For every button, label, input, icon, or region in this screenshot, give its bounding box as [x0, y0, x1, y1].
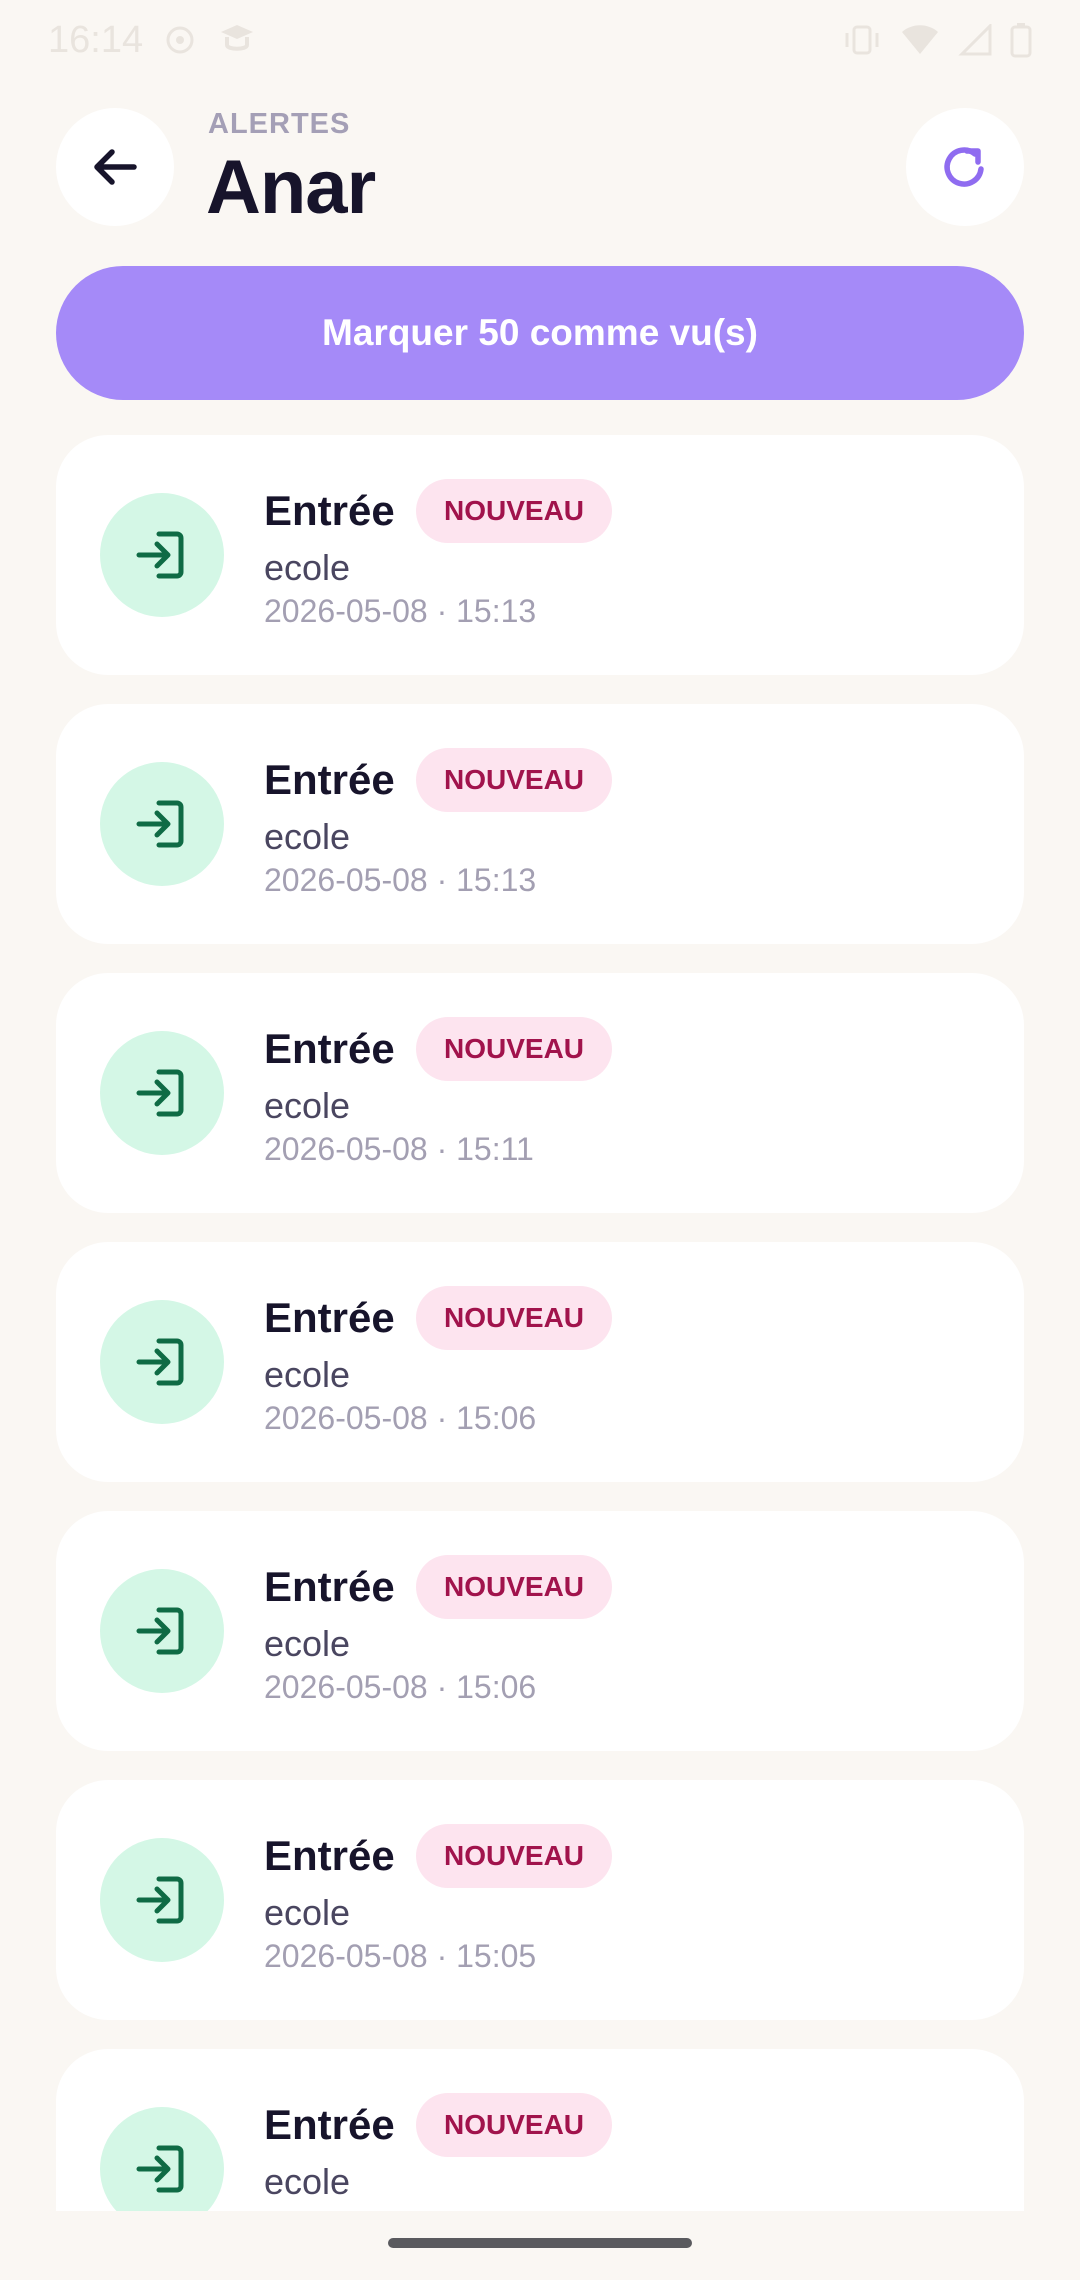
new-badge: NOUVEAU — [416, 1286, 613, 1350]
alert-place: ecole — [264, 1354, 351, 1395]
status-bar: 16:14 — [0, 0, 1080, 80]
login-icon — [136, 2145, 184, 2193]
app-notification-icon — [217, 22, 257, 58]
entry-icon-badge — [100, 1031, 224, 1155]
alert-place: ecole — [264, 1623, 351, 1664]
signal-icon — [958, 24, 992, 56]
login-icon — [136, 800, 184, 848]
alert-title: Entrée — [264, 1563, 395, 1610]
login-icon — [136, 531, 184, 579]
alert-card[interactable]: Entrée NOUVEAU ecole 2026-05-08 · 15:05 — [56, 1780, 1024, 2020]
alert-list: Entrée NOUVEAU ecole 2026-05-08 · 15:13 … — [0, 435, 1080, 2211]
alert-timestamp: 2026-05-08 · 15:11 — [264, 1131, 534, 1167]
login-icon — [136, 1338, 184, 1386]
page-title: Anar — [206, 145, 376, 230]
entry-icon-badge — [100, 1569, 224, 1693]
new-badge: NOUVEAU — [416, 748, 613, 812]
alert-place: ecole — [264, 547, 351, 588]
alert-title: Entrée — [264, 756, 395, 803]
alert-title: Entrée — [264, 2101, 395, 2148]
refresh-icon — [944, 147, 984, 187]
status-right — [842, 22, 1032, 58]
status-left: 16:14 — [48, 19, 257, 62]
refresh-button[interactable] — [906, 108, 1024, 226]
new-badge: NOUVEAU — [416, 2093, 613, 2157]
back-button[interactable] — [56, 108, 174, 226]
new-badge: NOUVEAU — [416, 1555, 613, 1619]
status-time: 16:14 — [48, 18, 144, 61]
alert-timestamp: 2026-05-08 · 15:05 — [264, 1938, 537, 1974]
entry-icon-badge — [100, 762, 224, 886]
header-eyebrow: ALERTES — [208, 108, 351, 140]
alert-title: Entrée — [264, 1025, 395, 1072]
alert-place: ecole — [264, 1892, 351, 1933]
alert-card[interactable]: Entrée NOUVEAU ecole 2026-05-08 · 15:13 — [56, 435, 1024, 675]
alert-timestamp: 2026-05-08 · 15:06 — [264, 1400, 537, 1436]
home-indicator[interactable] — [388, 2238, 692, 2248]
header: ALERTES Anar — [0, 108, 1080, 230]
mark-seen-button[interactable]: Marquer 50 comme vu(s) — [56, 266, 1024, 400]
alert-place: ecole — [264, 816, 351, 857]
new-badge: NOUVEAU — [416, 1017, 613, 1081]
vibrate-icon — [842, 23, 882, 57]
alert-card[interactable]: Entrée NOUVEAU ecole 2026-05-08 · 15:11 — [56, 973, 1024, 1213]
alert-place: ecole — [264, 1085, 351, 1126]
alert-title: Entrée — [264, 487, 395, 534]
battery-icon — [1010, 22, 1032, 58]
login-icon — [136, 1069, 184, 1117]
new-badge: NOUVEAU — [416, 479, 613, 543]
wifi-icon — [900, 24, 940, 56]
alert-card[interactable]: Entrée NOUVEAU ecole 2026-05-08 · 15:06 — [56, 1511, 1024, 1751]
alert-title: Entrée — [264, 1832, 395, 1879]
alert-timestamp: 2026-05-08 · 15:13 — [264, 862, 537, 898]
entry-icon-badge — [100, 493, 224, 617]
new-badge: NOUVEAU — [416, 1824, 613, 1888]
alert-timestamp: 2026-05-08 · 15:13 — [264, 593, 537, 629]
alert-place: ecole — [264, 2161, 351, 2202]
alert-card[interactable]: Entrée NOUVEAU ecole — [56, 2049, 1024, 2211]
entry-icon-badge — [100, 1300, 224, 1424]
alert-card[interactable]: Entrée NOUVEAU ecole 2026-05-08 · 15:13 — [56, 704, 1024, 944]
alert-title: Entrée — [264, 1294, 395, 1341]
login-icon — [136, 1876, 184, 1924]
alert-card[interactable]: Entrée NOUVEAU ecole 2026-05-08 · 15:06 — [56, 1242, 1024, 1482]
entry-icon-badge — [100, 1838, 224, 1962]
entry-icon-badge — [100, 2107, 224, 2211]
alert-timestamp: 2026-05-08 · 15:06 — [264, 1669, 537, 1705]
login-icon — [136, 1607, 184, 1655]
location-icon — [165, 25, 195, 55]
screen: 16:14 ALERTES Anar Marquer 50 comme vu(s… — [0, 0, 1080, 2280]
arrow-left-icon — [94, 149, 137, 185]
